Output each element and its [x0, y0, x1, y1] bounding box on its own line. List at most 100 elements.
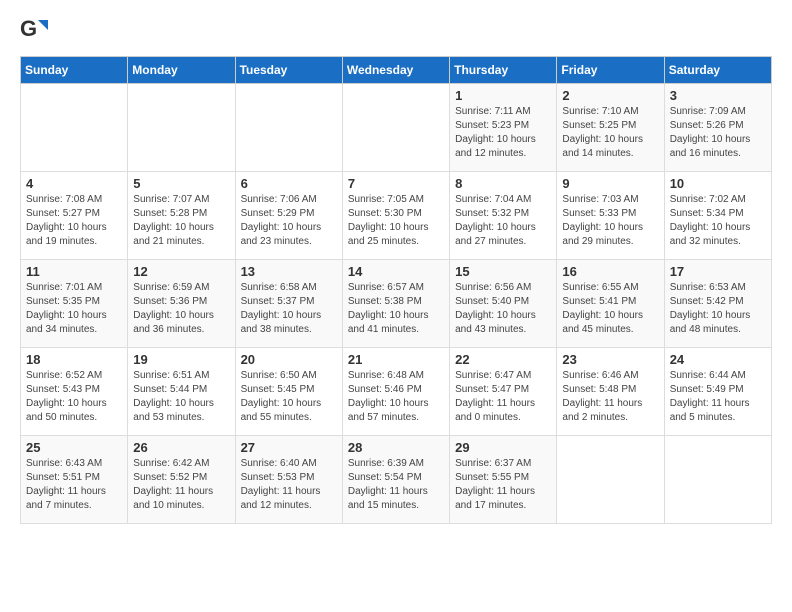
header-cell-friday: Friday [557, 57, 664, 84]
week-row-3: 11 Sunrise: 7:01 AM Sunset: 5:35 PM Dayli… [21, 260, 772, 348]
day-info: Sunrise: 6:40 AM Sunset: 5:53 PM Dayligh… [241, 457, 337, 513]
day-number: 7 [348, 176, 444, 191]
day-info: Sunrise: 7:09 AM Sunset: 5:26 PM Dayligh… [670, 105, 766, 161]
calendar-cell: 23 Sunrise: 6:46 AM Sunset: 5:48 PM Dayli… [557, 348, 664, 436]
day-number: 22 [455, 352, 551, 367]
day-number: 9 [562, 176, 658, 191]
day-info: Sunrise: 6:39 AM Sunset: 5:54 PM Dayligh… [348, 457, 444, 513]
day-number: 17 [670, 264, 766, 279]
day-number: 20 [241, 352, 337, 367]
day-info: Sunrise: 7:04 AM Sunset: 5:32 PM Dayligh… [455, 193, 551, 249]
calendar-cell: 26 Sunrise: 6:42 AM Sunset: 5:52 PM Dayli… [128, 436, 235, 524]
day-number: 28 [348, 440, 444, 455]
day-number: 13 [241, 264, 337, 279]
day-number: 27 [241, 440, 337, 455]
calendar-cell: 24 Sunrise: 6:44 AM Sunset: 5:49 PM Dayli… [664, 348, 771, 436]
svg-text:G: G [20, 16, 37, 41]
header-area: G [20, 16, 772, 44]
logo: G [20, 16, 52, 44]
calendar-cell: 5 Sunrise: 7:07 AM Sunset: 5:28 PM Daylig… [128, 172, 235, 260]
day-info: Sunrise: 7:06 AM Sunset: 5:29 PM Dayligh… [241, 193, 337, 249]
day-info: Sunrise: 7:07 AM Sunset: 5:28 PM Dayligh… [133, 193, 229, 249]
calendar-cell [128, 84, 235, 172]
calendar-cell [664, 436, 771, 524]
day-number: 21 [348, 352, 444, 367]
week-row-5: 25Sunrise: 6:43 AM Sunset: 5:51 PM Dayli… [21, 436, 772, 524]
day-number: 4 [26, 176, 122, 191]
calendar-cell: 20 Sunrise: 6:50 AM Sunset: 5:45 PM Dayli… [235, 348, 342, 436]
day-number: 12 [133, 264, 229, 279]
calendar-cell: 2Sunrise: 7:10 AM Sunset: 5:25 PM Daylig… [557, 84, 664, 172]
day-info: Sunrise: 6:47 AM Sunset: 5:47 PM Dayligh… [455, 369, 551, 425]
day-info: Sunrise: 6:44 AM Sunset: 5:49 PM Dayligh… [670, 369, 766, 425]
day-number: 19 [133, 352, 229, 367]
header-cell-tuesday: Tuesday [235, 57, 342, 84]
day-number: 5 [133, 176, 229, 191]
day-number: 29 [455, 440, 551, 455]
week-row-1: 1Sunrise: 7:11 AM Sunset: 5:23 PM Daylig… [21, 84, 772, 172]
calendar-cell: 13 Sunrise: 6:58 AM Sunset: 5:37 PM Dayli… [235, 260, 342, 348]
day-info: Sunrise: 6:51 AM Sunset: 5:44 PM Dayligh… [133, 369, 229, 425]
day-number: 1 [455, 88, 551, 103]
week-row-2: 4 Sunrise: 7:08 AM Sunset: 5:27 PM Daylig… [21, 172, 772, 260]
calendar-cell: 6 Sunrise: 7:06 AM Sunset: 5:29 PM Daylig… [235, 172, 342, 260]
calendar-cell: 17 Sunrise: 6:53 AM Sunset: 5:42 PM Dayli… [664, 260, 771, 348]
week-row-4: 18 Sunrise: 6:52 AM Sunset: 5:43 PM Dayli… [21, 348, 772, 436]
day-info: Sunrise: 6:59 AM Sunset: 5:36 PM Dayligh… [133, 281, 229, 337]
day-info: Sunrise: 6:42 AM Sunset: 5:52 PM Dayligh… [133, 457, 229, 513]
day-info: Sunrise: 6:46 AM Sunset: 5:48 PM Dayligh… [562, 369, 658, 425]
day-number: 15 [455, 264, 551, 279]
calendar-cell: 9 Sunrise: 7:03 AM Sunset: 5:33 PM Daylig… [557, 172, 664, 260]
calendar-cell: 14 Sunrise: 6:57 AM Sunset: 5:38 PM Dayli… [342, 260, 449, 348]
day-info: Sunrise: 6:52 AM Sunset: 5:43 PM Dayligh… [26, 369, 122, 425]
calendar-cell: 29 Sunrise: 6:37 AM Sunset: 5:55 PM Dayli… [450, 436, 557, 524]
calendar-cell [557, 436, 664, 524]
header-row: SundayMondayTuesdayWednesdayThursdayFrid… [21, 57, 772, 84]
calendar-cell: 7Sunrise: 7:05 AM Sunset: 5:30 PM Daylig… [342, 172, 449, 260]
calendar-cell: 8Sunrise: 7:04 AM Sunset: 5:32 PM Daylig… [450, 172, 557, 260]
day-info: Sunrise: 7:01 AM Sunset: 5:35 PM Dayligh… [26, 281, 122, 337]
calendar-cell: 12 Sunrise: 6:59 AM Sunset: 5:36 PM Dayli… [128, 260, 235, 348]
day-info: Sunrise: 6:57 AM Sunset: 5:38 PM Dayligh… [348, 281, 444, 337]
day-number: 11 [26, 264, 122, 279]
calendar-cell: 25Sunrise: 6:43 AM Sunset: 5:51 PM Dayli… [21, 436, 128, 524]
day-number: 16 [562, 264, 658, 279]
day-info: Sunrise: 6:37 AM Sunset: 5:55 PM Dayligh… [455, 457, 551, 513]
day-number: 26 [133, 440, 229, 455]
day-number: 14 [348, 264, 444, 279]
day-info: Sunrise: 6:48 AM Sunset: 5:46 PM Dayligh… [348, 369, 444, 425]
day-info: Sunrise: 6:53 AM Sunset: 5:42 PM Dayligh… [670, 281, 766, 337]
day-info: Sunrise: 7:10 AM Sunset: 5:25 PM Dayligh… [562, 105, 658, 161]
day-number: 23 [562, 352, 658, 367]
calendar-cell: 27 Sunrise: 6:40 AM Sunset: 5:53 PM Dayli… [235, 436, 342, 524]
calendar-cell: 1Sunrise: 7:11 AM Sunset: 5:23 PM Daylig… [450, 84, 557, 172]
calendar-cell: 15 Sunrise: 6:56 AM Sunset: 5:40 PM Dayli… [450, 260, 557, 348]
day-number: 24 [670, 352, 766, 367]
calendar-cell: 16Sunrise: 6:55 AM Sunset: 5:41 PM Dayli… [557, 260, 664, 348]
calendar-cell: 10 Sunrise: 7:02 AM Sunset: 5:34 PM Dayli… [664, 172, 771, 260]
calendar-cell: 21 Sunrise: 6:48 AM Sunset: 5:46 PM Dayli… [342, 348, 449, 436]
calendar-table: SundayMondayTuesdayWednesdayThursdayFrid… [20, 56, 772, 524]
day-info: Sunrise: 7:03 AM Sunset: 5:33 PM Dayligh… [562, 193, 658, 249]
day-number: 6 [241, 176, 337, 191]
calendar-cell [342, 84, 449, 172]
calendar-cell: 18 Sunrise: 6:52 AM Sunset: 5:43 PM Dayli… [21, 348, 128, 436]
calendar-cell: 19 Sunrise: 6:51 AM Sunset: 5:44 PM Dayli… [128, 348, 235, 436]
header-cell-thursday: Thursday [450, 57, 557, 84]
day-number: 3 [670, 88, 766, 103]
day-number: 18 [26, 352, 122, 367]
day-info: Sunrise: 6:50 AM Sunset: 5:45 PM Dayligh… [241, 369, 337, 425]
header-cell-sunday: Sunday [21, 57, 128, 84]
logo-icon: G [20, 16, 48, 44]
day-info: Sunrise: 7:08 AM Sunset: 5:27 PM Dayligh… [26, 193, 122, 249]
day-info: Sunrise: 6:58 AM Sunset: 5:37 PM Dayligh… [241, 281, 337, 337]
day-number: 10 [670, 176, 766, 191]
day-info: Sunrise: 6:56 AM Sunset: 5:40 PM Dayligh… [455, 281, 551, 337]
day-info: Sunrise: 7:02 AM Sunset: 5:34 PM Dayligh… [670, 193, 766, 249]
calendar-cell [235, 84, 342, 172]
day-info: Sunrise: 6:43 AM Sunset: 5:51 PM Dayligh… [26, 457, 122, 513]
header-cell-monday: Monday [128, 57, 235, 84]
header-cell-wednesday: Wednesday [342, 57, 449, 84]
calendar-cell [21, 84, 128, 172]
calendar-cell: 3 Sunrise: 7:09 AM Sunset: 5:26 PM Daylig… [664, 84, 771, 172]
